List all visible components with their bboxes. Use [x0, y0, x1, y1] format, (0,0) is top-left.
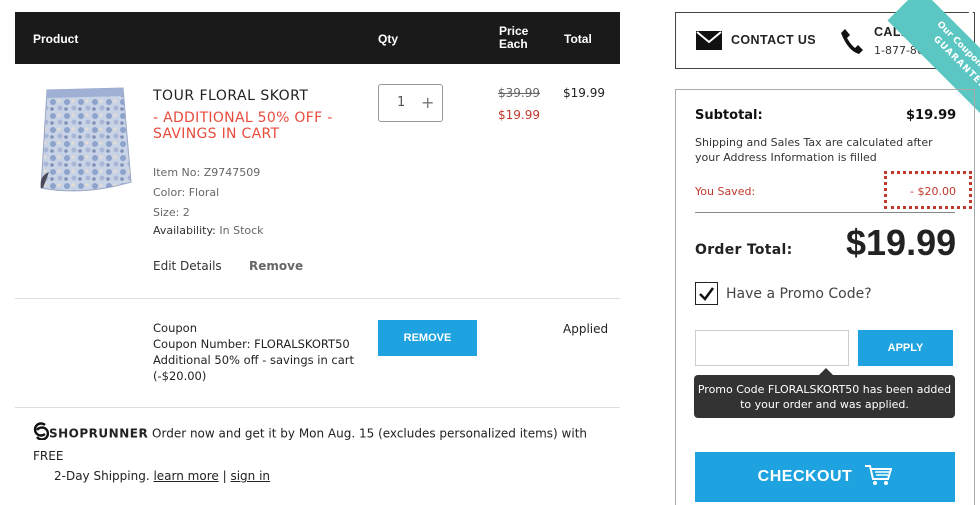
header-qty: Qty [378, 32, 399, 46]
shoprunner-text-2: 2-Day Shipping. [54, 469, 150, 483]
quantity-plus-icon[interactable]: + [421, 93, 434, 112]
header-product: Product [33, 32, 79, 46]
shoprunner-logo: SHOPRUNNER [49, 426, 149, 441]
cart-icon [864, 464, 893, 491]
remove-item-link[interactable]: Remove [249, 259, 303, 273]
checkmark-icon [699, 287, 715, 301]
contact-us-link[interactable]: CONTACT US [731, 33, 816, 47]
edit-details-link[interactable]: Edit Details [153, 259, 222, 273]
shoprunner-banner: SHOPRUNNER Order now and get it by Mon A… [33, 422, 613, 486]
header-price-each: Price Each [499, 25, 528, 51]
subtotal-label: Subtotal: [695, 108, 763, 123]
quantity-value[interactable]: 1 [397, 95, 405, 110]
original-price: $39.99 [498, 86, 540, 100]
learn-more-link[interactable]: learn more [153, 469, 218, 483]
sign-in-link[interactable]: sign in [230, 469, 270, 483]
order-total-value: $19.99 [846, 222, 957, 263]
coupon-status: Applied [563, 322, 609, 336]
you-saved-label: You Saved: [695, 185, 756, 198]
promo-code-input[interactable] [695, 330, 849, 366]
checkmark-icon [953, 8, 975, 32]
coupon-description: Additional 50% off - savings in cart [153, 353, 355, 367]
remove-coupon-button[interactable]: REMOVE [378, 320, 477, 356]
subtotal-value: $19.99 [906, 108, 957, 123]
item-color: Color: Floral [153, 186, 220, 199]
coupon-amount: (-$20.00) [153, 369, 207, 383]
promo-code-label[interactable]: Have a Promo Code? [726, 286, 872, 302]
you-saved-value: - $20.00 [910, 185, 956, 198]
divider [695, 212, 955, 213]
cart-table-header: Product Qty Price Each Total [15, 12, 620, 64]
separator: | [222, 469, 227, 483]
item-availability: Availability: In Stock [153, 224, 264, 237]
header-price-each-l1: Price [499, 24, 529, 38]
coupon-number: Coupon Number: FLORALSKORT50 [153, 337, 350, 351]
sale-price: $19.99 [498, 108, 540, 122]
availability-value: In Stock [219, 224, 264, 237]
envelope-icon[interactable] [696, 31, 722, 54]
item-size: Size: 2 [153, 206, 190, 219]
item-number: Item No: Z9747509 [153, 166, 261, 179]
divider [15, 407, 620, 408]
product-name[interactable]: TOUR FLORAL SKORT [153, 88, 308, 104]
shoprunner-logo-icon [33, 422, 49, 446]
checkout-label: CHECKOUT [757, 468, 853, 485]
quantity-stepper[interactable]: 1 + [378, 84, 443, 122]
item-total: $19.99 [563, 86, 605, 100]
header-price-each-l2: Each [499, 37, 528, 51]
header-total: Total [564, 32, 592, 46]
tax-note: Shipping and Sales Tax are calculated af… [695, 136, 933, 164]
order-total-label: Order Total: [695, 242, 793, 258]
product-promo-text: - ADDITIONAL 50% OFF - SAVINGS IN CART [153, 110, 333, 142]
product-image[interactable] [35, 84, 135, 198]
availability-label: Availability: [153, 224, 216, 237]
divider [15, 298, 620, 299]
promo-code-checkbox[interactable] [695, 282, 718, 305]
promo-applied-tooltip: Promo Code FLORALSKORT50 has been added … [694, 368, 955, 418]
apply-button[interactable]: APPLY [858, 330, 953, 366]
checkout-button[interactable]: CHECKOUT [695, 452, 955, 502]
coupon-title: Coupon [153, 321, 197, 335]
